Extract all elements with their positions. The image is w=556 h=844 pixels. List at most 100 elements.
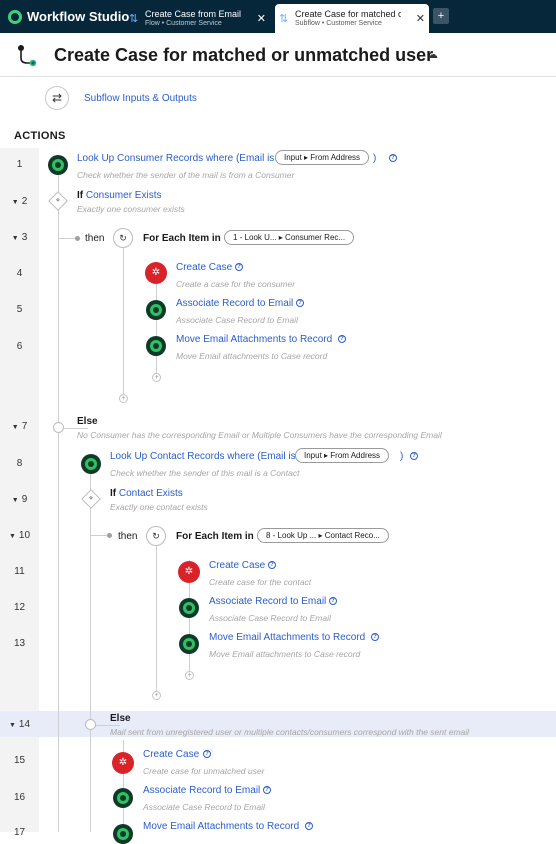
move-attachments-icon	[179, 634, 199, 654]
flow-connector	[156, 545, 157, 695]
collapse-chevron-icon: ▼	[11, 235, 19, 242]
step-11-title[interactable]: Create Case	[209, 560, 265, 571]
add-step-icon[interactable]: +	[185, 671, 194, 680]
then-label: then	[85, 233, 105, 244]
tab-title: Create Case from Email	[145, 9, 242, 19]
associate-record-icon	[146, 300, 166, 320]
else-branch-icon	[53, 422, 64, 433]
step-16-title[interactable]: Associate Record to Email	[143, 785, 260, 796]
step-12-title[interactable]: Associate Record to Email	[209, 596, 326, 607]
inputs-outputs-icon[interactable]: ⇄	[45, 86, 69, 110]
step-14-annotation: Mail sent from unregistered user or mult…	[110, 727, 470, 737]
create-case-icon: ✲	[178, 561, 200, 583]
collapse-chevron-icon: ▼	[8, 722, 16, 729]
move-attachments-icon	[146, 336, 166, 356]
tab-subtitle: Flow • Customer Service	[145, 20, 222, 27]
data-pill-input-from-address[interactable]: Input ▸ From Address	[295, 448, 390, 463]
tab-create-case-matched[interactable]: ⇅ Create Case for matched or Subflow • C…	[275, 4, 429, 33]
then-dot	[75, 236, 80, 241]
row-number[interactable]: ▼ 2	[0, 196, 39, 207]
step-13-title[interactable]: Move Email Attachments to Record	[209, 632, 365, 643]
tab-subtitle: Subflow • Customer Service	[295, 20, 382, 27]
step-5-title[interactable]: Associate Record to Email	[176, 298, 293, 309]
row-number: 6	[16, 341, 23, 352]
row-number: 12	[13, 602, 26, 613]
tab-title: Create Case for matched or	[295, 9, 401, 19]
step-10-title[interactable]: For Each Item in	[176, 531, 254, 542]
subflow-inputs-outputs-link[interactable]: Subflow Inputs & Outputs	[84, 93, 197, 104]
row-number[interactable]: ▼ 10	[0, 530, 39, 541]
info-icon[interactable]: ?	[338, 335, 346, 343]
info-icon[interactable]: ?	[296, 299, 304, 307]
if-branch-icon: ⋄	[81, 489, 101, 509]
closing-paren: )	[373, 153, 377, 164]
then-label: then	[118, 531, 138, 542]
step-9-title[interactable]: If Contact Exists	[110, 488, 183, 499]
step-8-annotation: Check whether the sender of this mail is…	[110, 468, 300, 478]
row-number[interactable]: ▼ 14	[0, 719, 39, 730]
info-icon[interactable]: ?	[203, 750, 211, 758]
row-number[interactable]: ▼ 3	[0, 232, 39, 243]
move-attachments-icon	[113, 824, 133, 844]
close-tab-icon[interactable]: ✕	[257, 12, 266, 25]
app-brand[interactable]: Workflow Studio	[8, 0, 129, 33]
step-12-annotation: Associate Case Record to Email	[209, 613, 331, 623]
step-17-title[interactable]: Move Email Attachments to Record	[143, 821, 299, 832]
step-7-annotation: No Consumer has the corresponding Email …	[77, 430, 442, 440]
data-pill-input-from-address[interactable]: Input ▸ From Address	[275, 150, 370, 165]
info-icon[interactable]: ?	[371, 633, 379, 641]
app-name: Workflow Studio	[27, 9, 130, 24]
create-case-icon: ✲	[112, 752, 134, 774]
step-8-title[interactable]: Look Up Contact Records where (Email is	[110, 451, 296, 462]
data-pill-contact-records[interactable]: 8 - Look Up ... ▸ Contact Reco...	[257, 528, 389, 543]
info-icon[interactable]: ?	[410, 452, 418, 460]
flow-connector	[123, 248, 124, 398]
page-title: Create Case for matched or unmatched use…	[54, 45, 434, 65]
info-icon[interactable]: ?	[389, 154, 397, 162]
associate-record-icon	[179, 598, 199, 618]
info-icon[interactable]: ?	[268, 561, 276, 569]
actions-heading: ACTIONS	[14, 130, 66, 142]
closing-paren: )	[400, 451, 404, 462]
step-2-title[interactable]: If Consumer Exists	[77, 190, 161, 201]
collapse-chevron-icon: ▼	[8, 533, 16, 540]
step-15-annotation: Create case for unmatched user	[143, 766, 265, 776]
row-number: 1	[16, 159, 23, 170]
tab-create-case-from-email[interactable]: ⇅ Create Case from Email Flow • Customer…	[125, 4, 270, 33]
step-6-title[interactable]: Move Email Attachments to Record	[176, 334, 332, 345]
else-branch-icon	[85, 719, 96, 730]
row-number[interactable]: ▼ 7	[0, 421, 39, 432]
cloud-sync-icon[interactable]: ☁	[427, 48, 438, 61]
step-11-annotation: Create case for the contact	[209, 577, 312, 587]
if-branch-icon: ⋄	[48, 191, 68, 211]
row-number[interactable]: ▼ 9	[0, 494, 39, 505]
step-5-annotation: Associate Case Record to Email	[176, 315, 298, 325]
row-number: 4	[16, 268, 23, 279]
info-icon[interactable]: ?	[329, 597, 337, 605]
info-icon[interactable]: ?	[263, 786, 271, 794]
step-4-title[interactable]: Create Case	[176, 262, 232, 273]
info-icon[interactable]: ?	[305, 822, 313, 830]
add-step-icon[interactable]: +	[119, 394, 128, 403]
step-3-title[interactable]: For Each Item in	[143, 233, 221, 244]
data-pill-consumer-records[interactable]: 1 - Look U... ▸ Consumer Rec...	[224, 230, 355, 245]
flow-connector	[58, 175, 59, 832]
add-tab-button[interactable]: +	[433, 8, 449, 24]
step-7-title[interactable]: Else	[77, 416, 98, 427]
add-step-icon[interactable]: +	[152, 373, 161, 382]
subflow-diagram-icon	[18, 45, 37, 67]
step-13-annotation: Move Email attachments to Case record	[209, 649, 361, 659]
row-number: 11	[14, 566, 25, 577]
close-tab-icon[interactable]: ✕	[416, 12, 425, 25]
step-14-title[interactable]: Else	[110, 713, 131, 724]
step-15-title[interactable]: Create Case	[143, 749, 199, 760]
row-number: 15	[13, 755, 26, 766]
add-step-icon[interactable]: +	[152, 691, 161, 700]
row-number: 8	[16, 458, 23, 469]
step-1-title[interactable]: Look Up Consumer Records where (Email is	[77, 153, 274, 164]
flow-icon: ⇅	[129, 13, 139, 25]
collapse-chevron-icon: ▼	[11, 424, 19, 431]
for-each-loop-icon: ↻	[113, 228, 133, 248]
info-icon[interactable]: ?	[235, 263, 243, 271]
workflow-studio-logo-icon	[8, 9, 22, 24]
